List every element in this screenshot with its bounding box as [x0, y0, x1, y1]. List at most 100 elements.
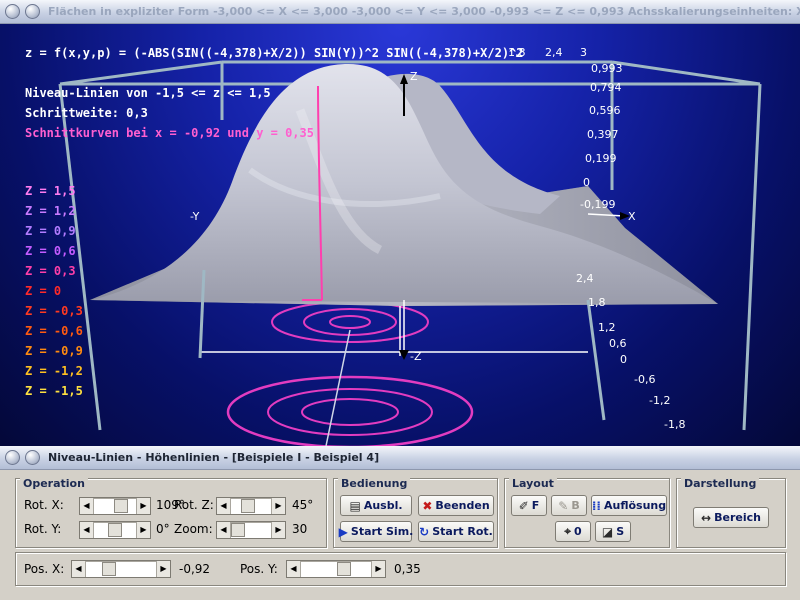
hide-icon: ▤ [349, 498, 361, 513]
arrow-left-icon[interactable]: ◀ [217, 498, 231, 514]
zero-button[interactable]: ⌖ 0 [555, 521, 591, 542]
darstellung-title: Darstellung [681, 478, 760, 490]
pos-x-label: Pos. X: [24, 562, 65, 576]
x-tick-label: 3 [580, 46, 587, 59]
slider-thumb[interactable] [114, 499, 128, 513]
zoom-value: 30 [292, 522, 308, 536]
z-level-item: Z = -1,2 [25, 364, 83, 378]
neg-z-axis-label: -Z [410, 350, 422, 363]
arrow-left-icon[interactable]: ◀ [287, 561, 301, 577]
darstellung-group: Darstellung ↔ Bereich [676, 478, 786, 548]
arrow-right-icon[interactable]: ▶ [371, 561, 385, 577]
slider-thumb[interactable] [108, 523, 122, 537]
main-titlebar: Flächen in expliziter Form -3,000 <= X <… [0, 0, 800, 24]
y-tick-label: -1,8 [664, 418, 686, 431]
arrow-left-icon[interactable]: ◀ [72, 561, 86, 577]
z-level-item: Z = -0,9 [25, 344, 83, 358]
start-rot-button[interactable]: ↻ Start Rot. [418, 521, 494, 542]
arrow-left-icon[interactable]: ◀ [217, 522, 231, 538]
minimize-icon[interactable] [5, 450, 20, 465]
aufloesung-button[interactable]: ⁞⁞ Auflösung [591, 495, 667, 516]
y-tick-label: 0 [620, 353, 627, 366]
b-button[interactable]: ✎ B [551, 495, 587, 516]
cut-curves-text: Schnittkurven bei x = -0,92 und y = 0,35 [25, 126, 314, 140]
z-level-item: Z = 1,2 [25, 204, 76, 218]
z-tick-label: 0,397 [587, 128, 619, 141]
control-panel: Operation Rot. X: ◀ ▶ 109° Rot. Z: ◀ ▶ 4… [0, 470, 800, 600]
bedienung-group: Bedienung ▤ Ausbl. ✖ Beenden ▶ Start Sim… [333, 478, 498, 548]
pen-icon: ✐ [518, 498, 529, 513]
frame-line [59, 60, 223, 86]
layout-group: Layout ✐ F ✎ B ⁞⁞ Auflösung ⌖ 0 ◪ S [504, 478, 670, 548]
z-tick-label: 0,596 [589, 104, 621, 117]
z-level-legend: Z = 1,5 Z = 1,2 Z = 0,9 Z = 0,6 Z = 0,3 … [25, 181, 83, 401]
arrow-left-icon[interactable]: ◀ [80, 522, 94, 538]
rot-x-slider[interactable]: ◀ ▶ [79, 497, 151, 515]
frame-line [742, 83, 762, 431]
z-level-item: Z = 1,5 [25, 184, 76, 198]
z-level-item: Z = -0,6 [25, 324, 83, 338]
beenden-button[interactable]: ✖ Beenden [418, 495, 494, 516]
minimize-icon[interactable] [5, 4, 20, 19]
rotate-icon: ↻ [419, 524, 430, 539]
arrow-right-icon[interactable]: ▶ [271, 498, 285, 514]
maximize-icon[interactable] [25, 4, 40, 19]
slider-thumb[interactable] [337, 562, 351, 576]
position-group: Pos. X: ◀ ▶ -0,92 Pos. Y: ◀ ▶ 0,35 [15, 552, 786, 586]
pos-y-label: Pos. Y: [240, 562, 278, 576]
bedienung-title: Bedienung [338, 478, 411, 490]
maximize-icon[interactable] [25, 450, 40, 465]
start-sim-button[interactable]: ▶ Start Sim. [338, 521, 413, 542]
plot-viewport[interactable]: z = f(x,y,p) = (-ABS(SIN((-4,378)+X/2)) … [0, 24, 800, 446]
fill-icon: ◪ [601, 524, 614, 539]
y-tick-label: 0,6 [609, 337, 627, 350]
y-tick-label: 1,8 [588, 296, 606, 309]
arrow-right-icon[interactable]: ▶ [136, 522, 150, 538]
rot-y-value: 0° [156, 522, 170, 536]
panel-titlebar: Niveau-Linien - Höhenlinien - [Beispiele… [0, 446, 800, 470]
zoom-slider[interactable]: ◀ ▶ [216, 521, 286, 539]
x-axis-label: X [628, 210, 636, 223]
z-axis-label: Z [410, 70, 418, 83]
panel-title: Niveau-Linien - Höhenlinien - [Beispiele… [48, 451, 380, 464]
range-icon: ↔ [701, 510, 712, 525]
s-button[interactable]: ◪ S [595, 521, 631, 542]
y-tick-label: 1,2 [598, 321, 616, 334]
slider-thumb[interactable] [231, 523, 245, 537]
bereich-button[interactable]: ↔ Bereich [693, 507, 769, 528]
layout-title: Layout [509, 478, 557, 490]
z-level-item: Z = -0,3 [25, 304, 83, 318]
y-tick-label: 2,4 [576, 272, 594, 285]
pos-x-slider[interactable]: ◀ ▶ [71, 560, 171, 578]
arrow-right-icon[interactable]: ▶ [136, 498, 150, 514]
step-text: Schrittweite: 0,3 [25, 106, 148, 120]
y-tick-label: -0,6 [634, 373, 656, 386]
f-button[interactable]: ✐ F [511, 495, 547, 516]
rot-y-label: Rot. Y: [24, 522, 62, 536]
rot-y-slider[interactable]: ◀ ▶ [79, 521, 151, 539]
rot-z-label: Rot. Z: [174, 498, 214, 512]
brush-icon: ✎ [558, 498, 569, 513]
pos-y-value: 0,35 [394, 562, 421, 576]
slider-thumb[interactable] [241, 499, 255, 513]
z-level-item: Z = 0,3 [25, 264, 76, 278]
pos-y-slider[interactable]: ◀ ▶ [286, 560, 386, 578]
z-tick-label: 0,993 [591, 62, 623, 75]
z-tick-label: -0,199 [580, 198, 616, 211]
ausbl-button[interactable]: ▤ Ausbl. [340, 495, 412, 516]
frame-line [611, 60, 761, 86]
x-tick-label: 2,4 [545, 46, 563, 59]
z-level-item: Z = -1,5 [25, 384, 83, 398]
zoom-label: Zoom: [174, 522, 213, 536]
rot-z-slider[interactable]: ◀ ▶ [216, 497, 286, 515]
arrow-right-icon[interactable]: ▶ [271, 522, 285, 538]
formula-text: z = f(x,y,p) = (-ABS(SIN((-4,378)+X/2)) … [25, 46, 524, 60]
slider-thumb[interactable] [102, 562, 116, 576]
z-level-item: Z = 0,6 [25, 244, 76, 258]
arrow-right-icon[interactable]: ▶ [156, 561, 170, 577]
rot-z-value: 45° [292, 498, 314, 512]
play-icon: ▶ [338, 524, 348, 539]
arrow-left-icon[interactable]: ◀ [80, 498, 94, 514]
resolution-icon: ⁞⁞ [591, 498, 601, 513]
window-title: Flächen in expliziter Form -3,000 <= X <… [48, 5, 800, 18]
